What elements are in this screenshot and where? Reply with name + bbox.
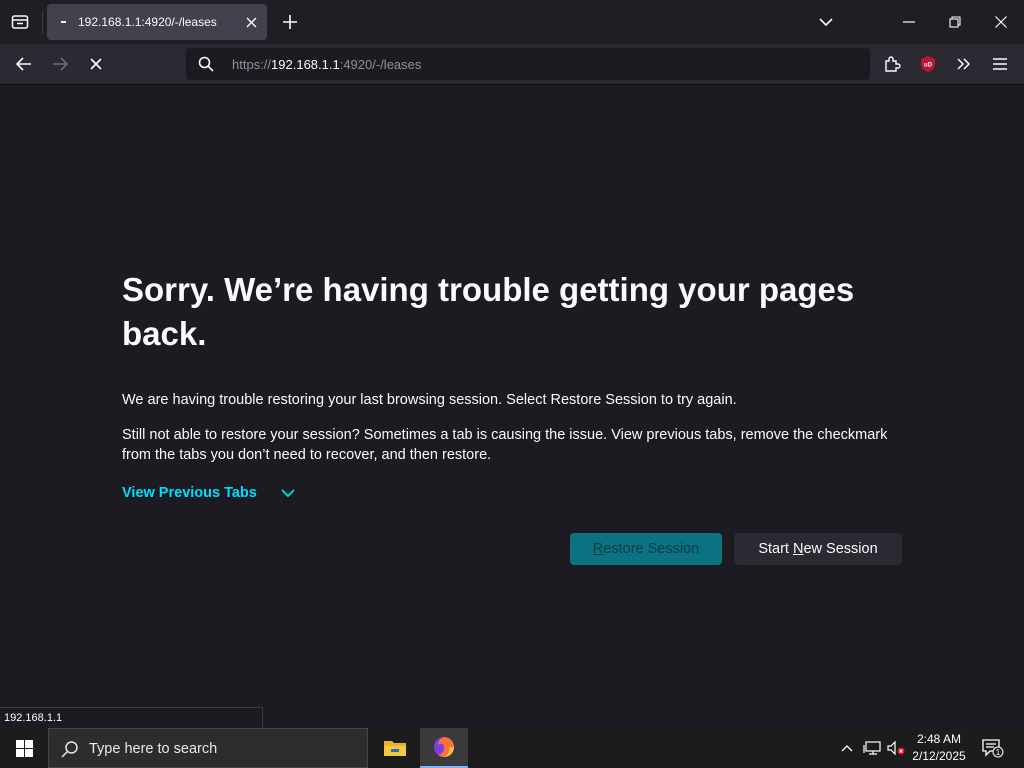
close-tab-icon[interactable]: [244, 15, 258, 29]
page-title: Sorry. We’re having trouble getting your…: [122, 271, 855, 352]
minimize-icon[interactable]: [898, 12, 920, 32]
file-explorer-icon[interactable]: [371, 728, 419, 768]
restore-session-button[interactable]: Restore Session: [570, 533, 722, 565]
new-session-label-pre: Start: [758, 541, 793, 557]
status-text: 192.168.1.1: [4, 712, 63, 724]
tab-loading-icon: [61, 21, 66, 23]
view-previous-tabs-toggle[interactable]: View Previous Tabs: [122, 485, 295, 501]
new-session-label-rest: ew Session: [803, 541, 878, 557]
restore-description: We are having trouble restoring your las…: [122, 392, 737, 408]
ublock-origin-icon[interactable]: uD: [916, 52, 940, 76]
navigation-toolbar: https://192.168.1.1:4920/-/leases uD: [0, 44, 1024, 85]
restore-button-label: estore Session: [603, 541, 700, 557]
close-window-icon[interactable]: [990, 12, 1012, 32]
tab-title: 192.168.1.1:4920/-/leases: [78, 15, 217, 29]
stop-loading-icon[interactable]: [84, 52, 108, 76]
view-previous-tabs-label: View Previous Tabs: [122, 485, 257, 501]
url-path: :4920/-/leases: [339, 57, 422, 72]
extensions-puzzle-icon[interactable]: [880, 52, 904, 76]
restore-window-icon[interactable]: [944, 12, 966, 32]
chevron-down-icon: [281, 488, 295, 498]
windows-taskbar: Type here to search 2:48 AM 2/12/2025 1: [0, 728, 1024, 768]
clock-time: 2:48 AM: [916, 732, 962, 746]
restore-access-key: R: [592, 541, 604, 557]
hamburger-menu-icon[interactable]: [988, 52, 1012, 76]
notification-center-icon[interactable]: 1: [982, 738, 1004, 758]
new-session-access-key: N: [793, 541, 804, 557]
search-placeholder: Type here to search: [89, 741, 218, 757]
network-icon[interactable]: [862, 740, 882, 756]
start-new-session-button[interactable]: Start New Session: [734, 533, 902, 565]
system-clock[interactable]: 2:48 AM 2/12/2025: [906, 731, 972, 765]
tab-strip: 192.168.1.1:4920/-/leases: [0, 0, 1024, 44]
tab-active[interactable]: 192.168.1.1:4920/-/leases: [47, 4, 267, 40]
firefox-view-icon[interactable]: [8, 10, 32, 34]
url-host: 192.168.1.1: [271, 57, 340, 72]
taskbar-search-box[interactable]: Type here to search: [48, 728, 368, 768]
search-icon: [198, 56, 214, 72]
clock-date: 2/12/2025: [912, 749, 966, 763]
session-restore-page: Sorry. We’re having trouble getting your…: [0, 85, 1024, 707]
chevron-down-icon[interactable]: [816, 12, 836, 32]
windows-start-icon[interactable]: [0, 728, 48, 768]
chevron-up-icon[interactable]: [838, 740, 856, 756]
restore-help-text: Still not able to restore your session? …: [122, 427, 888, 463]
url-text: https://192.168.1.1:4920/-/leases: [232, 57, 421, 72]
overflow-chevron-icon[interactable]: [952, 52, 976, 76]
status-bar: 192.168.1.1: [0, 707, 263, 730]
search-icon: [61, 741, 78, 758]
url-scheme: https://: [232, 57, 272, 72]
volume-muted-icon[interactable]: [886, 740, 906, 756]
ublock-badge-text: uD: [924, 63, 933, 69]
address-bar[interactable]: https://192.168.1.1:4920/-/leases: [186, 48, 870, 80]
firefox-taskbar-icon[interactable]: [420, 728, 468, 768]
back-arrow-icon[interactable]: [12, 52, 36, 76]
notification-count: 1: [996, 748, 1001, 757]
new-tab-icon[interactable]: [280, 12, 300, 32]
tab-separator: [42, 10, 43, 34]
forward-arrow-icon[interactable]: [48, 52, 72, 76]
